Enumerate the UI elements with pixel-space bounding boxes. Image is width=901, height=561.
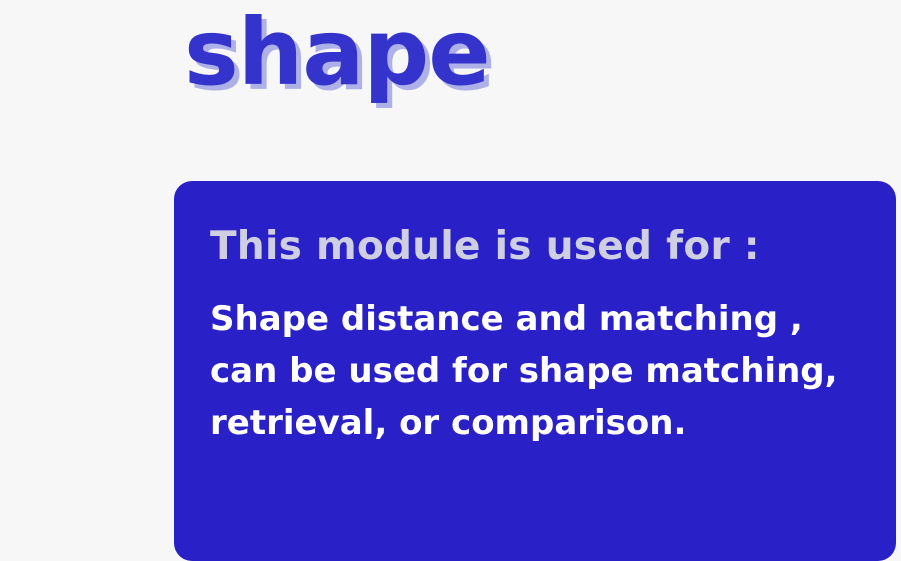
- card-heading: This module is used for :: [210, 224, 760, 269]
- page-title: shape: [184, 0, 491, 106]
- info-card: This module is used for : Shape distance…: [174, 181, 896, 561]
- card-body-text: Shape distance and matching , can be use…: [210, 299, 838, 443]
